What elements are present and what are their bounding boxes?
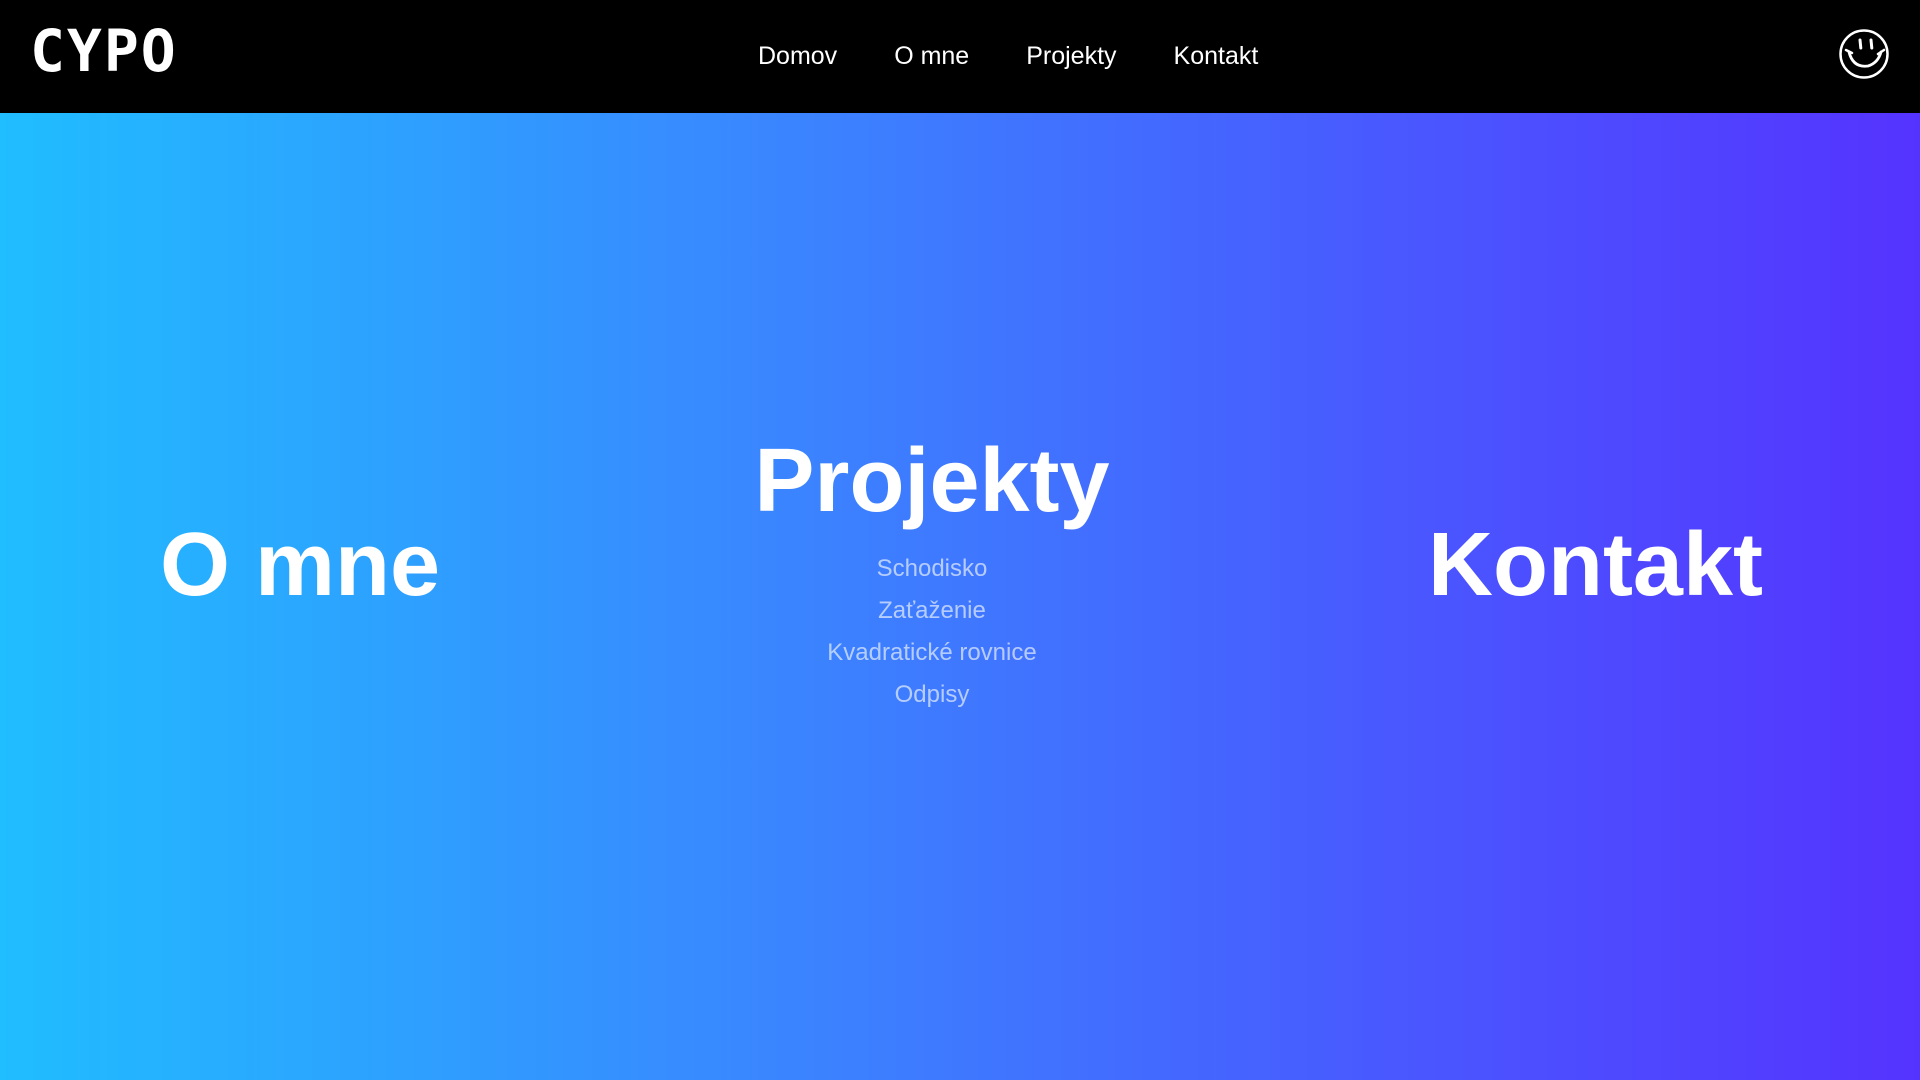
section-projekty[interactable]: Projekty <box>732 436 1132 526</box>
nav-link-kontakt[interactable]: Kontakt <box>1174 42 1259 71</box>
projekty-list: Schodisko Zaťaženie Kvadratické rovnice … <box>732 548 1132 716</box>
project-link-zatazenie[interactable]: Zaťaženie <box>732 590 1132 632</box>
page: CYPO Domov O mne Projekty Kontakt O mne … <box>0 0 1920 1080</box>
project-link-kvadraticke-rovnice[interactable]: Kvadratické rovnice <box>732 632 1132 674</box>
nav-link-o-mne[interactable]: O mne <box>894 42 969 71</box>
main-nav: Domov O mne Projekty Kontakt <box>758 0 1258 113</box>
logo[interactable]: CYPO <box>30 22 178 80</box>
projekty-section: Projekty Schodisko Zaťaženie Kvadratické… <box>732 436 1132 716</box>
section-o-mne[interactable]: O mne <box>160 520 440 610</box>
project-link-odpisy[interactable]: Odpisy <box>732 674 1132 716</box>
navbar: CYPO Domov O mne Projekty Kontakt <box>0 0 1920 113</box>
nav-link-projekty[interactable]: Projekty <box>1026 42 1116 71</box>
nav-link-domov[interactable]: Domov <box>758 42 837 71</box>
project-link-schodisko[interactable]: Schodisko <box>732 548 1132 590</box>
smiley-icon[interactable] <box>1838 28 1890 80</box>
section-kontakt[interactable]: Kontakt <box>1428 520 1763 610</box>
